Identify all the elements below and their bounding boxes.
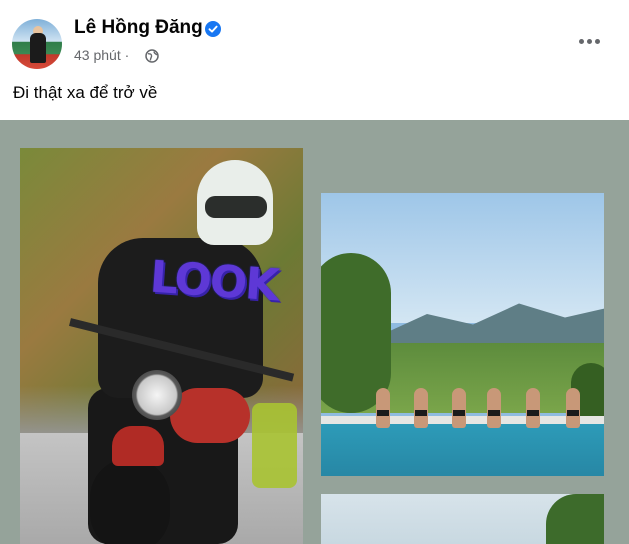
tree-leaves [546,494,604,544]
more-options-button[interactable] [572,26,606,56]
more-options-icon [594,38,600,44]
fuel-tank [170,388,250,443]
photo-infinity-pool[interactable] [321,193,604,476]
second-motorcycle [252,403,297,488]
more-options-icon [578,38,584,44]
person [376,388,390,428]
look-sticker: LOOK [148,251,279,312]
photo-grid: LOOK [0,120,629,544]
avatar[interactable] [12,19,62,69]
helmet-visor [205,196,267,218]
post-timestamp[interactable]: 43 phút · [74,47,129,63]
front-wheel [90,458,170,544]
post-header: Lê Hồng Đăng 43 phút · Đi thật xa để trở… [0,0,629,120]
person [487,388,501,428]
photo-motorcycle-rider[interactable]: LOOK [20,148,303,544]
post-caption: Đi thật xa để trở về [13,83,158,102]
verified-badge-icon [205,21,221,37]
globe-icon[interactable] [145,49,159,63]
photo-third[interactable] [321,494,604,544]
person [566,388,580,428]
person [452,388,466,428]
pool-water [321,424,604,476]
front-fender [112,426,164,466]
person [414,388,428,428]
avatar-person [30,33,46,63]
author-name[interactable]: Lê Hồng Đăng [74,17,203,39]
headlight [132,370,182,420]
more-options-icon [586,38,592,44]
person [526,388,540,428]
